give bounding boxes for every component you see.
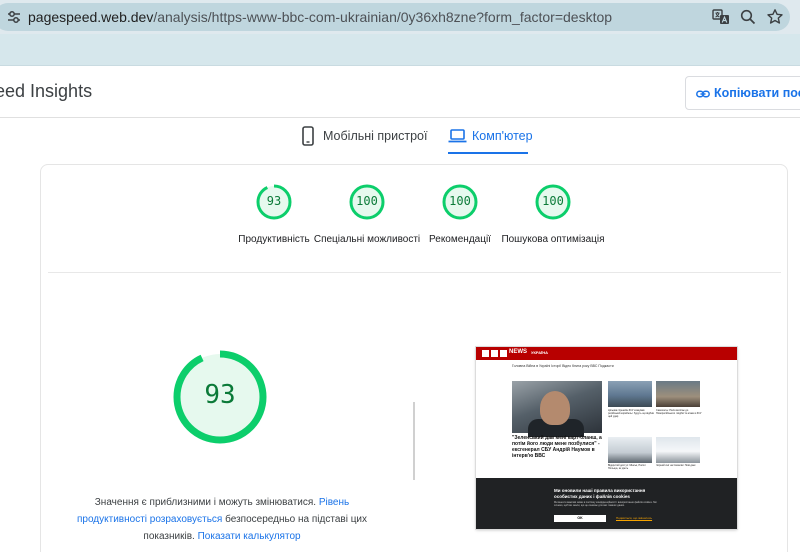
vertical-divider: [413, 402, 415, 480]
story-image: [656, 437, 700, 463]
category-label-seo: Пошукова оптимізація: [501, 234, 605, 245]
story-text: Цільова: Кремлін ЗСУ атакував російський…: [608, 409, 654, 419]
cookie-body: Ми внесли важливі зміни в політику конфі…: [554, 501, 657, 507]
show-calculator-link[interactable]: Показати калькулятор: [198, 531, 301, 542]
bbc-header-bar: NEWS УКРАЇНА: [476, 347, 737, 360]
psi-header: eed Insights Копіювати посил: [0, 66, 800, 118]
cookie-more-link: Подивіться, що змінилось: [616, 516, 653, 520]
page-screenshot-thumbnail: NEWS УКРАЇНА Головна Війна в Україні Іст…: [476, 347, 737, 529]
story-image: [608, 381, 652, 407]
note-prefix: Значення є приблизними і можуть змінюват…: [94, 497, 319, 508]
story-text: Чорний сніг на Сахаліні: Нові дані: [656, 464, 696, 467]
tab-mobile[interactable]: Мобільні пристрої: [300, 126, 430, 154]
score-note: Значення є приблизними і можуть змінюват…: [62, 494, 382, 545]
gauge-best-practices[interactable]: 100: [442, 184, 478, 220]
tab-desktop[interactable]: Комп'ютер: [448, 126, 533, 154]
gauge-performance-score: 93: [266, 194, 282, 208]
gauge-seo-score: 100: [542, 194, 564, 208]
hero-image: [512, 381, 602, 437]
bbc-logo-block: [482, 350, 489, 357]
hero-headline: "Зеленський дав мені карт-бланш, а потім…: [512, 435, 602, 459]
url-host: pagespeed.web.dev: [28, 9, 154, 25]
cookie-ok-button: OK: [554, 515, 606, 522]
browser-toolbar: pagespeed.web.dev/analysis/https-www-bbc…: [0, 0, 800, 66]
story-image: [656, 381, 700, 407]
performance-score-large: 93: [204, 380, 236, 410]
bbc-edition-label: УКРАЇНА: [531, 350, 549, 355]
story-text: Відкритий доступ: Мінськ, Росія і Польща…: [608, 464, 646, 471]
performance-gauge-large: 93: [172, 349, 268, 445]
tab-mobile-label: Мобільні пристрої: [323, 129, 428, 143]
bookmark-star-icon[interactable]: [766, 8, 784, 26]
bbc-logo-block: [491, 350, 498, 357]
gauge-performance[interactable]: 93: [256, 184, 292, 220]
link-icon: [696, 90, 710, 98]
gauge-accessibility-score: 100: [356, 194, 378, 208]
cookie-title: Ми оновили наші правила використання осо…: [554, 488, 646, 499]
story-image: [608, 437, 652, 463]
tab-desktop-label: Комп'ютер: [472, 129, 533, 143]
bbc-logo-block: [500, 350, 507, 357]
page-title: eed Insights: [0, 81, 93, 101]
zoom-icon[interactable]: [739, 8, 757, 26]
bbc-news-label: NEWS: [509, 349, 527, 355]
address-bar[interactable]: pagespeed.web.dev/analysis/https-www-bbc…: [0, 3, 790, 31]
bbc-nav: Головна Війна в Україні Історії Відео Кн…: [512, 364, 614, 368]
copy-link-label: Копіювати посил: [714, 86, 800, 100]
laptop-icon: [448, 129, 467, 143]
tab-active-indicator: [448, 152, 528, 154]
url-path: /analysis/https-www-bbc-com-ukrainian/0y…: [153, 9, 613, 25]
gauge-best-practices-score: 100: [449, 194, 471, 208]
smartphone-icon: [302, 126, 314, 146]
gauge-accessibility[interactable]: 100: [349, 184, 385, 220]
tune-icon[interactable]: [6, 9, 22, 25]
hero-figure: [540, 391, 570, 425]
url-text[interactable]: pagespeed.web.dev/analysis/https-www-bbc…: [28, 9, 612, 25]
card-divider: [48, 272, 781, 273]
story-text: Самолеты: Росія вилітає до Новоросійсько…: [656, 409, 702, 416]
cookie-banner: Ми оновили наші правила використання осо…: [476, 478, 737, 529]
translate-icon[interactable]: [712, 8, 730, 26]
gauge-seo[interactable]: 100: [535, 184, 571, 220]
bookmarks-strip: [0, 34, 800, 66]
copy-link-button[interactable]: Копіювати посил: [685, 76, 800, 110]
